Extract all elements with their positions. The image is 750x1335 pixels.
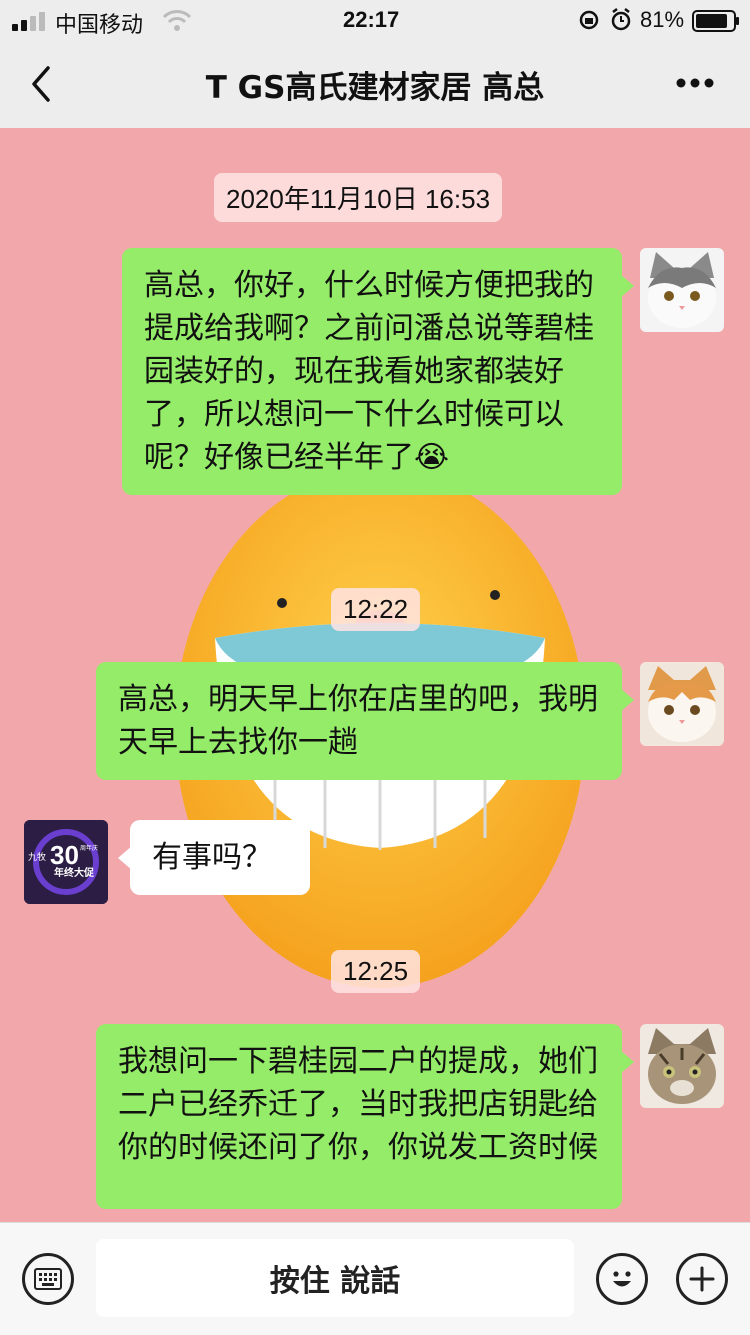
- chat-area[interactable]: 2020年11月10日 16:53 高总，你好，什么时候方便把我的提成给我啊？之…: [0, 128, 750, 1222]
- avatar-brand-text: 九牧: [28, 851, 46, 862]
- battery-percent: 81%: [640, 7, 685, 32]
- avatar-number-text: 30: [50, 840, 79, 870]
- emoji-button[interactable]: [596, 1253, 648, 1305]
- tabby-cat-icon: [648, 1028, 716, 1104]
- keyboard-toggle-button[interactable]: [22, 1253, 74, 1305]
- sent-message-bubble[interactable]: 高总，你好，什么时候方便把我的提成给我啊？之前问潘总说等碧桂园装好的，现在我看她…: [122, 248, 634, 495]
- rotation-lock-icon: [579, 10, 599, 30]
- avatar-sale-text: 年终大促: [54, 866, 95, 879]
- chat-title: T GS高氏建材家居 高总: [205, 70, 545, 106]
- battery-icon: [692, 10, 739, 32]
- timestamp: 12:22: [331, 588, 421, 631]
- timestamp: 2020年11月10日 16:53: [214, 173, 503, 222]
- orange-cat-icon: [648, 666, 716, 742]
- alarm-icon: [611, 8, 631, 31]
- carrier-label: 中国移动: [55, 12, 144, 37]
- received-message-bubble[interactable]: 有事吗？: [118, 820, 310, 895]
- signal-icon: [12, 12, 45, 31]
- my-avatar[interactable]: [640, 1024, 724, 1108]
- status-bar: 中国移动 22:17 81%: [0, 0, 750, 40]
- my-avatar[interactable]: [640, 662, 724, 746]
- gray-cat-icon: [648, 252, 716, 328]
- contact-avatar[interactable]: 九牧 30 周年庆 年终大促: [24, 820, 108, 904]
- avatar-anniversary-text: 周年庆: [80, 844, 98, 852]
- sent-message-bubble[interactable]: 高总，明天早上你在店里的吧，我明天早上去找你一趟: [96, 662, 634, 780]
- chat-header: T GS高氏建材家居 高总: [0, 40, 750, 128]
- sent-message-bubble[interactable]: 我想问一下碧桂园二户的提成，她们二户已经乔迁了，当时我把店钥匙给你的时候还问了你…: [96, 1024, 634, 1209]
- emoji-icon: [613, 1271, 631, 1287]
- hold-to-talk-button[interactable]: 按住 說話: [96, 1239, 574, 1317]
- input-bar: 按住 說話: [0, 1222, 750, 1335]
- keyboard-icon: [34, 1268, 62, 1290]
- my-avatar[interactable]: [640, 248, 724, 332]
- plus-icon: [689, 1266, 715, 1292]
- status-time: 22:17: [343, 7, 400, 32]
- jomoo-promo-logo: 九牧 30 周年庆 年终大促: [24, 820, 108, 904]
- more-options-icon[interactable]: [676, 77, 714, 89]
- more-functions-button[interactable]: [676, 1253, 728, 1305]
- wifi-icon: [162, 10, 192, 31]
- timestamp: 12:25: [331, 950, 421, 993]
